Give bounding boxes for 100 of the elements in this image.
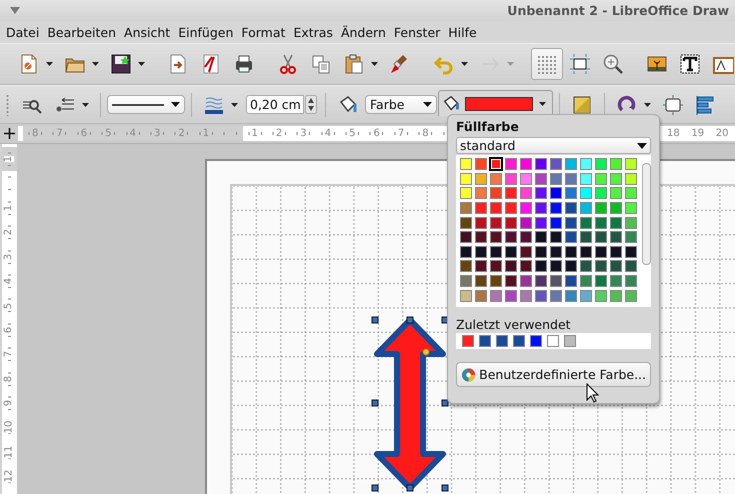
color-swatch[interactable]	[594, 246, 606, 258]
color-swatch[interactable]	[564, 246, 576, 258]
color-swatch[interactable]	[504, 260, 516, 272]
color-swatch[interactable]	[580, 231, 592, 244]
color-swatch[interactable]	[564, 158, 576, 170]
color-swatch[interactable]	[474, 158, 486, 170]
color-swatch[interactable]	[460, 216, 472, 229]
color-swatch[interactable]	[460, 202, 472, 214]
color-swatch[interactable]	[530, 335, 542, 347]
color-swatch[interactable]	[550, 172, 562, 185]
menu-item[interactable]: Ansicht	[120, 24, 174, 40]
color-swatch[interactable]	[534, 216, 546, 229]
color-swatch[interactable]	[474, 187, 486, 200]
color-swatch[interactable]	[460, 260, 472, 272]
fill-type-dropdown[interactable]: Farbe	[365, 95, 437, 114]
color-swatch[interactable]	[580, 216, 592, 229]
color-swatch[interactable]	[610, 290, 622, 302]
color-swatch[interactable]	[624, 290, 636, 302]
color-swatch[interactable]	[534, 202, 546, 214]
color-swatch[interactable]	[490, 216, 502, 229]
color-swatch[interactable]	[580, 260, 592, 272]
color-swatch[interactable]	[594, 172, 606, 185]
color-swatch[interactable]	[496, 335, 508, 347]
color-swatch[interactable]	[594, 187, 606, 200]
color-swatch[interactable]	[490, 187, 502, 200]
color-swatch[interactable]	[580, 275, 592, 288]
menu-item[interactable]: Bearbeiten	[43, 24, 120, 40]
menu-item[interactable]: Datei	[2, 24, 44, 40]
menu-item[interactable]: Extras	[289, 24, 337, 40]
color-swatch[interactable]	[488, 157, 502, 172]
color-swatch[interactable]	[520, 231, 532, 244]
menu-item[interactable]: Einfügen	[174, 24, 238, 40]
menu-item[interactable]: Ändern	[336, 24, 390, 40]
menu-item[interactable]: Hilfe	[444, 24, 481, 40]
color-swatch[interactable]	[490, 246, 502, 258]
color-swatch[interactable]	[520, 216, 532, 229]
color-swatch[interactable]	[534, 260, 546, 272]
color-swatch[interactable]	[550, 158, 562, 170]
color-swatch[interactable]	[520, 290, 532, 302]
color-swatch[interactable]	[462, 335, 474, 347]
color-swatch[interactable]	[504, 158, 516, 170]
color-swatch[interactable]	[550, 202, 562, 214]
color-swatch[interactable]	[610, 231, 622, 244]
palette-dropdown[interactable]: standard	[456, 137, 651, 154]
color-swatch[interactable]	[624, 158, 636, 170]
color-swatch[interactable]	[504, 231, 516, 244]
color-swatch[interactable]	[610, 275, 622, 288]
color-swatch[interactable]	[504, 172, 516, 185]
color-swatch[interactable]	[460, 172, 472, 185]
color-swatch[interactable]	[490, 231, 502, 244]
color-swatch[interactable]	[580, 158, 592, 170]
color-swatch[interactable]	[550, 260, 562, 272]
custom-color-button[interactable]: Benutzerdefinierte Farbe...	[456, 362, 651, 387]
color-swatch[interactable]	[564, 216, 576, 229]
color-swatch[interactable]	[520, 246, 532, 258]
color-swatch[interactable]	[550, 216, 562, 229]
color-swatch[interactable]	[564, 335, 576, 347]
color-swatch[interactable]	[534, 290, 546, 302]
color-swatch[interactable]	[624, 202, 636, 214]
window-menu-icon[interactable]	[10, 7, 20, 14]
color-swatch[interactable]	[460, 231, 472, 244]
color-swatch[interactable]	[564, 231, 576, 244]
color-swatch[interactable]	[474, 202, 486, 214]
color-swatch[interactable]	[460, 158, 472, 170]
color-swatch[interactable]	[594, 202, 606, 214]
line-width-field[interactable]: 0,20 cm	[246, 95, 304, 114]
color-swatch[interactable]	[610, 260, 622, 272]
color-swatch[interactable]	[460, 187, 472, 200]
color-swatch[interactable]	[594, 290, 606, 302]
color-swatch[interactable]	[520, 187, 532, 200]
color-swatch[interactable]	[594, 275, 606, 288]
color-swatch[interactable]	[534, 275, 546, 288]
color-swatch[interactable]	[534, 158, 546, 170]
color-swatch[interactable]	[624, 260, 636, 272]
color-swatch[interactable]	[594, 260, 606, 272]
color-swatch[interactable]	[610, 202, 622, 214]
color-swatch[interactable]	[520, 158, 532, 170]
color-swatch[interactable]	[520, 202, 532, 214]
color-swatch[interactable]	[504, 187, 516, 200]
color-swatch[interactable]	[610, 216, 622, 229]
color-swatch[interactable]	[474, 172, 486, 185]
color-swatch[interactable]	[490, 275, 502, 288]
color-swatch[interactable]	[550, 231, 562, 244]
tab-stop-icon[interactable]	[4, 128, 14, 139]
color-swatch[interactable]	[624, 216, 636, 229]
color-swatch[interactable]	[504, 202, 516, 214]
color-swatch[interactable]	[474, 246, 486, 258]
color-swatch[interactable]	[550, 275, 562, 288]
color-swatch[interactable]	[564, 187, 576, 200]
color-swatch[interactable]	[594, 158, 606, 170]
color-swatch[interactable]	[624, 246, 636, 258]
color-swatch[interactable]	[504, 216, 516, 229]
color-swatch[interactable]	[564, 290, 576, 302]
color-swatch[interactable]	[474, 290, 486, 302]
color-swatch[interactable]	[504, 246, 516, 258]
color-swatch[interactable]	[460, 290, 472, 302]
color-swatch[interactable]	[610, 158, 622, 170]
color-swatch[interactable]	[624, 275, 636, 288]
color-swatch[interactable]	[610, 172, 622, 185]
color-swatch[interactable]	[474, 275, 486, 288]
